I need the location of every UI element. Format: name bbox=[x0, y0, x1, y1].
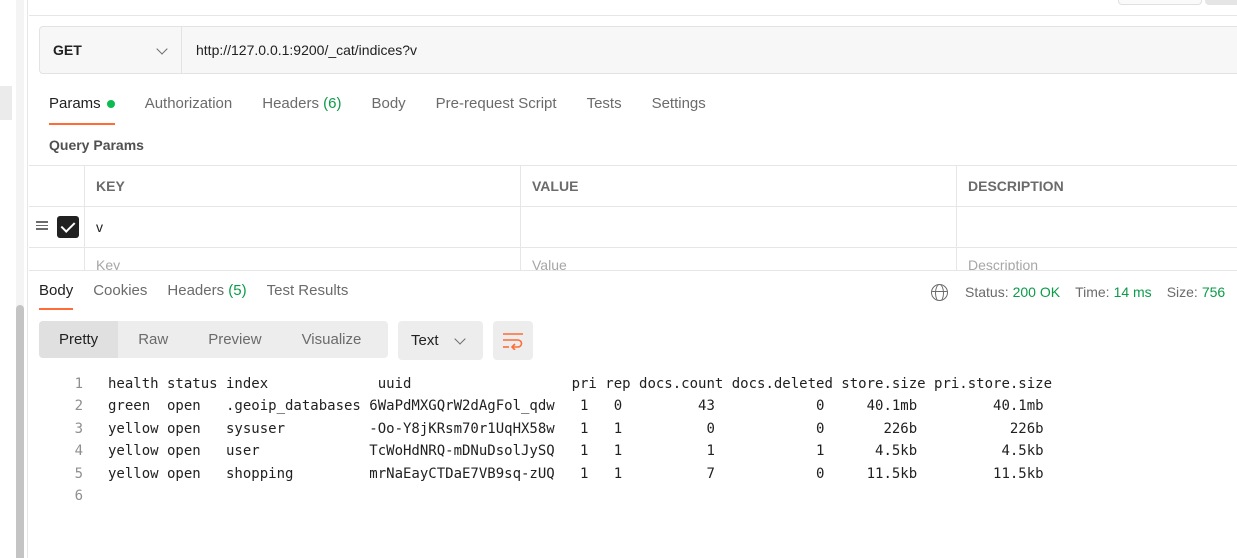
tab-body[interactable]: Body bbox=[371, 95, 405, 125]
size-label: Size: bbox=[1166, 284, 1198, 300]
params-active-dot-icon bbox=[106, 100, 115, 108]
response-view-tabs: Pretty Raw Preview Visualize bbox=[39, 321, 388, 358]
request-response-divider[interactable] bbox=[29, 270, 1237, 271]
column-header-value: VALUE bbox=[520, 166, 956, 206]
line-number: 2 bbox=[74, 398, 83, 415]
tab-params[interactable]: Params bbox=[49, 95, 115, 125]
query-params-title: Query Params bbox=[49, 137, 144, 153]
tab-headers[interactable]: Headers (6) bbox=[262, 95, 341, 125]
response-tabs: Body Cookies Headers (5) Test Results bbox=[39, 282, 368, 310]
tab-label: Pre-request Script bbox=[435, 95, 557, 112]
tab-label: Headers bbox=[262, 95, 319, 112]
new-value-input[interactable]: Value bbox=[520, 248, 956, 270]
top-divider bbox=[29, 15, 1237, 16]
line-number: 4 bbox=[74, 443, 83, 460]
column-header-key: KEY bbox=[84, 166, 520, 206]
line-number: 1 bbox=[74, 376, 83, 392]
globe-icon[interactable] bbox=[931, 283, 948, 301]
param-description-input[interactable] bbox=[956, 207, 1237, 247]
code-line: 1 health status index uuid pri rep docs.… bbox=[55, 373, 1052, 395]
top-toolbar-button-secondary[interactable] bbox=[1205, 0, 1237, 5]
new-key-input[interactable]: Key bbox=[84, 248, 520, 270]
param-enabled-checkbox[interactable] bbox=[57, 216, 79, 238]
status-value[interactable]: 200 OK bbox=[1013, 284, 1060, 300]
tab-response-cookies[interactable]: Cookies bbox=[93, 282, 147, 310]
line-number: 6 bbox=[74, 487, 83, 504]
url-input[interactable]: http://127.0.0.1:9200/_cat/indices?v bbox=[182, 27, 1237, 73]
url-bar: GET http://127.0.0.1:9200/_cat/indices?v bbox=[39, 26, 1237, 74]
response-body-code[interactable]: 1 health status index uuid pri rep docs.… bbox=[55, 373, 1052, 507]
sidebar-selected-item[interactable] bbox=[0, 86, 12, 120]
code-line: 2 green open .geoip_databases 6WaPdMXGQr… bbox=[55, 395, 1052, 417]
tab-label: Cookies bbox=[93, 282, 148, 299]
response-meta: Status: 200 OK Time: 14 ms Size: 756 bbox=[931, 282, 1225, 302]
tab-label: Params bbox=[49, 95, 101, 112]
language-select[interactable]: Text bbox=[398, 321, 483, 360]
line-number: 3 bbox=[74, 420, 83, 437]
code-line: 3 yellow open sysuser -Oo-Y8jKRsm70r1UqH… bbox=[55, 418, 1052, 440]
time-label: Time: bbox=[1075, 284, 1110, 300]
language-label: Text bbox=[411, 332, 439, 349]
time-value[interactable]: 14 ms bbox=[1114, 284, 1152, 300]
tab-response-headers[interactable]: Headers (5) bbox=[167, 282, 246, 310]
code-line: 4 yellow open user TcWoHdNRQ-mDNuDsolJyS… bbox=[55, 440, 1052, 462]
column-header-description: DESCRIPTION bbox=[956, 166, 1237, 206]
line-content bbox=[83, 485, 108, 507]
view-tab-visualize[interactable]: Visualize bbox=[282, 321, 382, 358]
drag-handle-icon[interactable] bbox=[35, 219, 49, 233]
tab-pre-request-script[interactable]: Pre-request Script bbox=[436, 95, 557, 125]
line-number: 5 bbox=[74, 465, 83, 482]
tab-label: Headers bbox=[167, 282, 225, 299]
param-value-input[interactable] bbox=[520, 207, 956, 247]
tab-settings[interactable]: Settings bbox=[652, 95, 706, 125]
chevron-down-icon bbox=[156, 43, 168, 55]
tab-label: Test Results bbox=[266, 282, 349, 299]
method-label: GET bbox=[53, 42, 82, 58]
table-row: v bbox=[29, 207, 1237, 248]
tab-test-results[interactable]: Test Results bbox=[267, 282, 349, 310]
tab-label: Body bbox=[39, 282, 74, 299]
code-line: 6 bbox=[55, 485, 1052, 507]
code-line: 5 yellow open shopping mrNaEayCTDaE7VB9s… bbox=[55, 463, 1052, 485]
size-value[interactable]: 756 bbox=[1202, 284, 1225, 300]
line-content: yellow open user TcWoHdNRQ-mDNuDsolJySQ … bbox=[108, 443, 1044, 460]
wrap-lines-icon bbox=[503, 333, 523, 350]
tab-tests[interactable]: Tests bbox=[587, 95, 622, 125]
view-tab-pretty[interactable]: Pretty bbox=[39, 321, 119, 358]
wrap-lines-button[interactable] bbox=[493, 321, 533, 360]
status-label: Status: bbox=[965, 284, 1009, 300]
method-select[interactable]: GET bbox=[40, 27, 182, 73]
new-description-input[interactable]: Description bbox=[956, 248, 1237, 270]
table-row-new: Key Value Description bbox=[29, 248, 1237, 270]
tab-count: (6) bbox=[323, 95, 342, 112]
line-content: yellow open shopping mrNaEayCTDaE7VB9sq-… bbox=[108, 465, 1044, 482]
view-tab-raw[interactable]: Raw bbox=[118, 321, 188, 358]
scrollbar-thumb[interactable] bbox=[16, 305, 24, 558]
tab-count: (5) bbox=[228, 282, 247, 299]
top-toolbar-button[interactable] bbox=[1118, 0, 1202, 5]
param-key-input[interactable]: v bbox=[84, 207, 520, 247]
query-params-table: KEY VALUE DESCRIPTION v Key Value Descri… bbox=[29, 165, 1237, 270]
line-content: health status index uuid pri rep docs.co… bbox=[108, 376, 1053, 392]
tab-label: Authorization bbox=[144, 95, 233, 112]
line-content: green open .geoip_databases 6WaPdMXGQrW2… bbox=[108, 398, 1044, 415]
tab-label: Settings bbox=[651, 95, 706, 112]
line-content: yellow open sysuser -Oo-Y8jKRsm70r1UqHX5… bbox=[108, 420, 1044, 437]
tab-response-body[interactable]: Body bbox=[39, 282, 74, 310]
view-tab-preview[interactable]: Preview bbox=[188, 321, 281, 358]
tab-label: Body bbox=[371, 95, 406, 112]
table-header-row: KEY VALUE DESCRIPTION bbox=[29, 166, 1237, 207]
chevron-down-icon bbox=[454, 333, 466, 345]
tab-authorization[interactable]: Authorization bbox=[145, 95, 233, 125]
request-tabs: Params Authorization Headers (6) Body Pr… bbox=[49, 95, 736, 125]
tab-label: Tests bbox=[586, 95, 622, 112]
sidebar-strip bbox=[0, 0, 28, 558]
